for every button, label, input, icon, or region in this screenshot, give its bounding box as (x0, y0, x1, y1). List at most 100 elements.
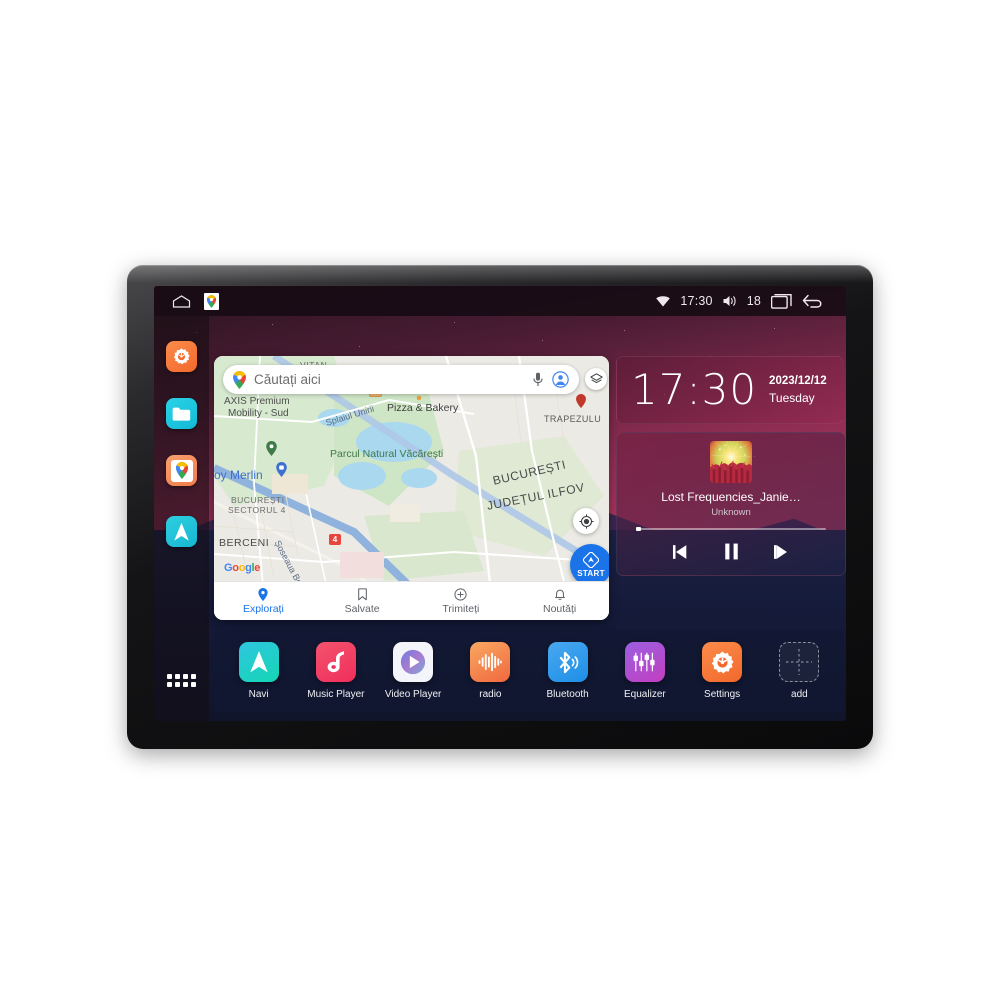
clock-date-block: 2023/12/12 Tuesday (769, 374, 827, 406)
sidebar-item-settings[interactable] (166, 341, 197, 372)
dock-app-radio[interactable]: radio (457, 642, 523, 700)
dock-app-equalizer[interactable]: Equalizer (612, 642, 678, 700)
music-controls (671, 542, 792, 561)
dock-app-music-player[interactable]: Music Player (303, 642, 369, 700)
microphone-icon[interactable] (533, 372, 543, 387)
map-layers-button[interactable] (585, 368, 607, 390)
gear-icon (702, 642, 743, 682)
map-tab-trimiteti[interactable]: Trimiteți (412, 587, 511, 615)
map-label: BERCENI (219, 537, 270, 549)
recents-icon[interactable] (771, 293, 792, 309)
map-label: AXIS Premium (224, 396, 290, 407)
dock-app-label: radio (479, 689, 502, 700)
album-art (710, 441, 752, 483)
bluetooth-icon (547, 642, 588, 682)
app-drawer-icon[interactable] (167, 674, 196, 687)
highway-shield-4: 4 (329, 534, 341, 545)
sidebar-item-google-maps[interactable] (166, 455, 197, 486)
map-tab-salvate[interactable]: Salvate (313, 587, 412, 615)
status-bar: 17:30 18 (154, 286, 846, 316)
dock-app-bluetooth[interactable]: Bluetooth (535, 642, 601, 700)
poi-pin-parcul (266, 441, 277, 456)
dock-app-video-player[interactable]: Video Player (380, 642, 446, 700)
clock-widget[interactable]: 17:30 2023/12/12 Tuesday (616, 356, 844, 424)
navigation-arrow-icon (238, 642, 279, 682)
album-art-concert (710, 441, 752, 483)
map-tab-label: Noutăți (542, 602, 577, 615)
dock-app-label: Music Player (307, 689, 365, 700)
google-maps-icon[interactable] (204, 292, 219, 310)
device-screen: 17:30 18 4 AXIS Premium Mobility - Sud P… (154, 286, 846, 721)
poi-pin-trapezului (576, 394, 586, 408)
app-dock: Navi Music Player Video Player radio Blu… (214, 630, 844, 712)
map-label: Pizza & Bakery (387, 402, 459, 414)
send-plus-icon (454, 587, 467, 601)
explore-pin-icon (258, 587, 268, 601)
map-bottom-tabs: Explorați Salvate Trimiteți Noutăți (214, 581, 609, 620)
map-label: Mobility - Sud (228, 408, 289, 419)
screenshot-root: 17:30 18 4 AXIS Premium Mobility - Sud P… (0, 0, 1000, 1000)
pause-icon[interactable] (723, 542, 740, 561)
music-progress-bar[interactable] (636, 527, 826, 531)
gear-icon (173, 348, 190, 365)
map-tab-label: Trimiteți (442, 602, 480, 615)
dock-app-navi[interactable]: Navi (226, 642, 292, 700)
dock-app-label: Settings (704, 689, 741, 700)
clock-weekday: Tuesday (769, 390, 815, 405)
dock-app-label: add (791, 689, 808, 700)
sidebar-item-navi[interactable] (166, 516, 197, 547)
music-track-title: Lost Frequencies_Janie… (661, 490, 801, 504)
car-head-unit-device: 17:30 18 4 AXIS Premium Mobility - Sud P… (127, 265, 873, 749)
map-label: SECTORUL 4 (228, 505, 286, 515)
waveform-icon (470, 642, 511, 682)
dock-app-label: Bluetooth (546, 689, 589, 700)
music-progress-thumb[interactable] (636, 527, 641, 531)
map-tab-label: Salvate (344, 602, 380, 615)
dock-app-add[interactable]: add (766, 642, 832, 700)
music-note-icon (315, 642, 356, 682)
map-label: oy Merlin (214, 468, 263, 482)
clock-time: 17:30 (631, 365, 758, 414)
account-avatar-icon[interactable] (552, 371, 569, 388)
dock-app-label: Video Player (384, 689, 442, 700)
map-tab-noutati[interactable]: Noutăți (510, 588, 609, 615)
bell-icon (554, 589, 565, 600)
status-time: 17:30 (680, 294, 713, 308)
app-sidebar (154, 316, 209, 721)
map-label: BUCUREȘTI (231, 495, 285, 505)
music-widget[interactable]: Lost Frequencies_Janie… Unknown (616, 432, 846, 576)
google-attribution: Google (224, 562, 261, 574)
add-widget-icon (779, 642, 820, 682)
play-circle-icon (393, 642, 434, 682)
google-maps-card[interactable]: 4 VITANAXIS PremiumMobility - SudPizza &… (214, 356, 609, 620)
back-arrow-icon[interactable] (802, 293, 824, 309)
volume-icon (723, 296, 736, 306)
map-tab-label: Explorați (242, 602, 284, 615)
bookmark-icon (357, 587, 367, 600)
clock-date: 2023/12/12 (769, 375, 827, 388)
home-icon[interactable] (172, 294, 191, 308)
music-artist: Unknown (711, 507, 751, 518)
poi-pin-merlin (276, 462, 287, 477)
locate-me-icon (578, 513, 594, 529)
map-label: Parcul Natural Văcărești (330, 448, 444, 460)
map-start-button[interactable]: START (570, 544, 609, 586)
dock-app-settings[interactable]: Settings (689, 642, 755, 700)
sidebar-item-files[interactable] (166, 398, 197, 429)
map-pin-icon (175, 462, 188, 479)
map-pin-icon (233, 370, 246, 389)
status-bar-left (154, 292, 219, 310)
dock-app-label: Equalizer (624, 689, 666, 700)
maps-icon-bg (170, 459, 193, 482)
map-search-input[interactable]: Căutați aici (254, 372, 533, 387)
wifi-icon (656, 295, 671, 306)
previous-track-icon[interactable] (671, 543, 689, 561)
next-track-icon[interactable] (773, 543, 792, 561)
dock-app-label: Navi (248, 689, 269, 700)
layers-icon (589, 372, 603, 383)
navigation-diamond-icon (583, 552, 599, 568)
map-locate-button[interactable] (573, 508, 599, 534)
map-tab-explorati[interactable]: Explorați (214, 587, 313, 615)
map-search-bar[interactable]: Căutați aici (223, 365, 579, 394)
map-start-label: START (577, 569, 605, 578)
